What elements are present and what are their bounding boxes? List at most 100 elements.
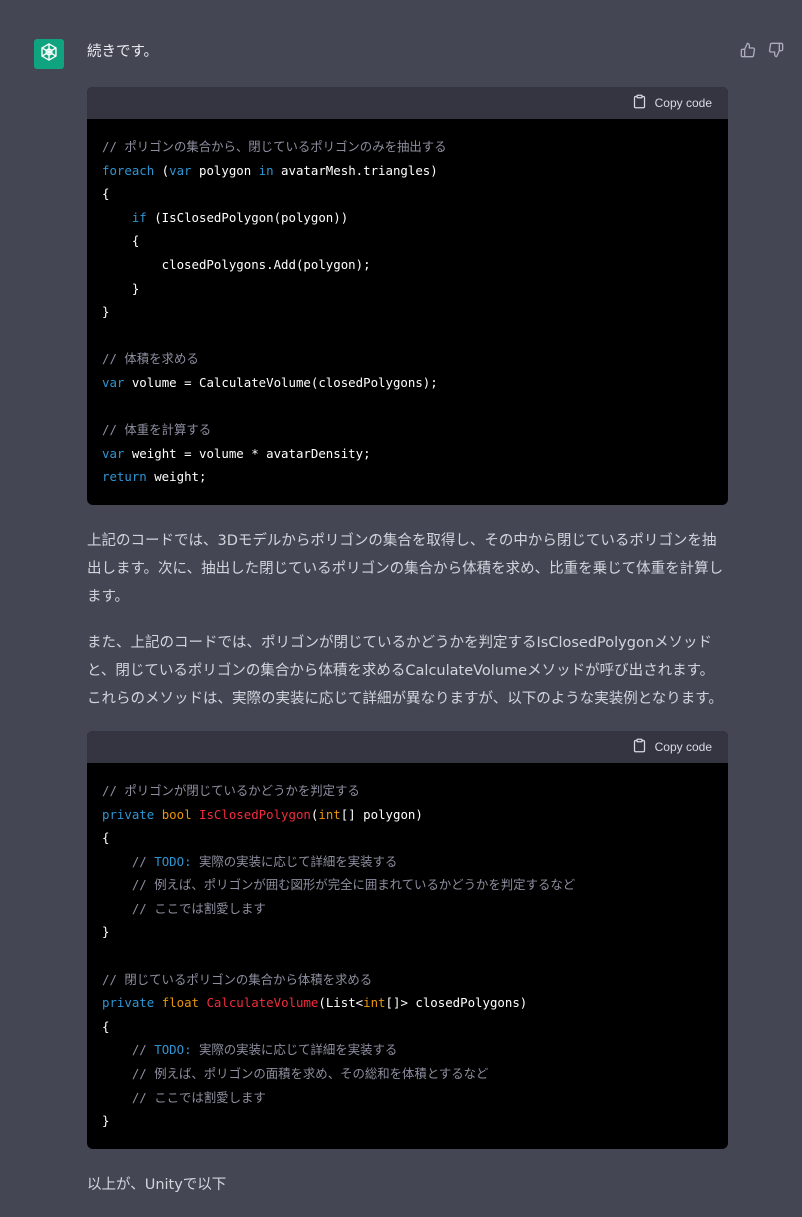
message-intro: 続きです。 bbox=[87, 44, 159, 60]
paragraph-3: 以上が、Unityで以下 bbox=[87, 1176, 227, 1193]
code-token: // ここでは割愛します bbox=[131, 1089, 266, 1105]
code-token: { bbox=[102, 1018, 110, 1034]
code-token: (List< bbox=[318, 995, 364, 1011]
copy-code-label: Copy code bbox=[654, 96, 712, 110]
code-token: TODO: bbox=[154, 853, 192, 869]
code-token: } bbox=[102, 280, 140, 296]
code-line: { bbox=[102, 186, 109, 201]
code-token: var bbox=[102, 374, 125, 390]
clipboard-icon bbox=[632, 94, 647, 112]
feedback-buttons bbox=[740, 42, 784, 58]
code-token: { bbox=[102, 233, 140, 249]
code-token: // 体重を計算する bbox=[102, 422, 212, 438]
code-token: // ここでは割愛します bbox=[131, 900, 266, 916]
code-token: var bbox=[169, 162, 192, 178]
code-token: avatarMesh.triangles) bbox=[273, 162, 438, 178]
code-token: CalculateVolume bbox=[206, 995, 319, 1011]
code-line: // TODO: 実際の実装に応じて詳細を実装する bbox=[102, 854, 397, 869]
code-line: // 例えば、ポリゴンの面積を求め、その総和を体積とするなど bbox=[102, 1066, 489, 1082]
code-token: []> closedPolygons) bbox=[385, 995, 528, 1011]
code-block-2: Copy code // ポリゴンが閉じているかどうかを判定する private… bbox=[87, 730, 728, 1149]
code-line: } bbox=[102, 281, 139, 296]
code-line: { bbox=[102, 830, 109, 845]
code-token: } bbox=[102, 304, 110, 320]
code-token: polygon bbox=[191, 162, 259, 178]
code-line: private bool IsClosedPolygon(int[] polyg… bbox=[102, 807, 423, 822]
code-token: // bbox=[131, 853, 155, 869]
copy-code-label: Copy code bbox=[654, 739, 712, 754]
code-line: // ここでは割愛します bbox=[102, 1090, 266, 1105]
code-line: // ポリゴンが閉じているかどうかを判定する bbox=[102, 783, 360, 798]
code-token: private bbox=[102, 995, 155, 1011]
openai-logo-icon bbox=[38, 41, 60, 67]
code-content: // ポリゴンの集合から、閉じているポリゴンのみを抽出する foreach (v… bbox=[87, 119, 728, 505]
code-token: } bbox=[102, 924, 110, 940]
code-token: private bbox=[102, 806, 155, 822]
code-line: // 体積を求める bbox=[102, 351, 199, 366]
code-token: weight; bbox=[146, 469, 207, 485]
code-line: // ここでは割愛します bbox=[102, 901, 266, 916]
code-token: weight = volume * avatarDensity; bbox=[124, 445, 371, 461]
code-line: // 閉じているポリゴンの集合から体積を求める bbox=[102, 972, 372, 987]
code-token: int bbox=[318, 806, 341, 822]
code-token: if bbox=[131, 209, 147, 225]
code-block-header: Copy code bbox=[87, 730, 728, 763]
code-block-1: Copy code // ポリゴンの集合から、閉じているポリゴンのみを抽出する … bbox=[87, 87, 728, 505]
code-token: // 例えば、ポリゴンが囲む図形が完全に囲まれているかどうかを判定するなど bbox=[131, 877, 576, 893]
code-line: // TODO: 実際の実装に応じて詳細を実装する bbox=[102, 1042, 397, 1057]
code-token: closedPolygons.Add(polygon); bbox=[102, 256, 371, 272]
code-token: // ポリゴンが閉じているかどうかを判定する bbox=[102, 782, 360, 798]
code-token: 実際の実装に応じて詳細を実装する bbox=[191, 853, 398, 869]
code-token: { bbox=[102, 186, 110, 202]
code-token: TODO: bbox=[154, 1042, 192, 1058]
paragraph-2: また、上記のコードでは、ポリゴンが閉じているかどうかを判定するIsClosedP… bbox=[87, 634, 723, 707]
thumbs-up-icon[interactable] bbox=[740, 42, 756, 58]
paragraph-1: 上記のコードでは、3Dモデルからポリゴンの集合を取得し、その中から閉じているポリ… bbox=[87, 532, 724, 605]
code-token: var bbox=[102, 445, 125, 461]
code-block-header: Copy code bbox=[87, 87, 728, 119]
code-token: // 閉じているポリゴンの集合から体積を求める bbox=[102, 971, 373, 987]
code-token: // 例えば、ポリゴンの面積を求め、その総和を体積とするなど bbox=[131, 1066, 489, 1082]
copy-code-button[interactable]: Copy code bbox=[632, 94, 712, 112]
code-line: } bbox=[102, 1113, 109, 1128]
code-line: return weight; bbox=[102, 469, 206, 484]
code-content: // ポリゴンが閉じているかどうかを判定する private bool IsCl… bbox=[87, 763, 728, 1149]
copy-code-button[interactable]: Copy code bbox=[632, 738, 712, 756]
thumbs-down-icon[interactable] bbox=[768, 42, 784, 58]
code-line: var weight = volume * avatarDensity; bbox=[102, 446, 371, 461]
assistant-message: 続きです。 Copy code // ポリゴンの集合から、閉じているポリゴンのみ… bbox=[87, 42, 728, 1217]
code-line: closedPolygons.Add(polygon); bbox=[102, 257, 371, 272]
code-line: private float CalculateVolume(List<int[]… bbox=[102, 995, 527, 1010]
code-line: foreach (var polygon in avatarMesh.trian… bbox=[102, 163, 438, 178]
code-token: [] polygon) bbox=[340, 806, 423, 822]
code-token: bool bbox=[161, 806, 192, 822]
code-line: // 例えば、ポリゴンが囲む図形が完全に囲まれているかどうかを判定するなど bbox=[102, 877, 575, 892]
code-line: } bbox=[102, 304, 109, 319]
code-token: // ポリゴンの集合から、閉じているポリゴンのみを抽出する bbox=[102, 139, 447, 154]
code-token: ( bbox=[154, 162, 170, 178]
assistant-avatar bbox=[34, 39, 64, 69]
code-token: float bbox=[161, 995, 199, 1011]
code-line: { bbox=[102, 1019, 109, 1034]
code-token: IsClosedPolygon bbox=[199, 806, 311, 822]
code-token: // bbox=[131, 1042, 155, 1058]
code-token: int bbox=[363, 995, 386, 1011]
code-token: // 体積を求める bbox=[102, 351, 199, 367]
code-line: var volume = CalculateVolume(closedPolyg… bbox=[102, 375, 438, 390]
code-token: in bbox=[258, 162, 274, 178]
code-line: if (IsClosedPolygon(polygon)) bbox=[102, 210, 348, 225]
code-token: return bbox=[102, 469, 147, 485]
code-token: 実際の実装に応じて詳細を実装する bbox=[191, 1042, 398, 1058]
code-line: } bbox=[102, 924, 109, 939]
code-line: { bbox=[102, 233, 139, 248]
